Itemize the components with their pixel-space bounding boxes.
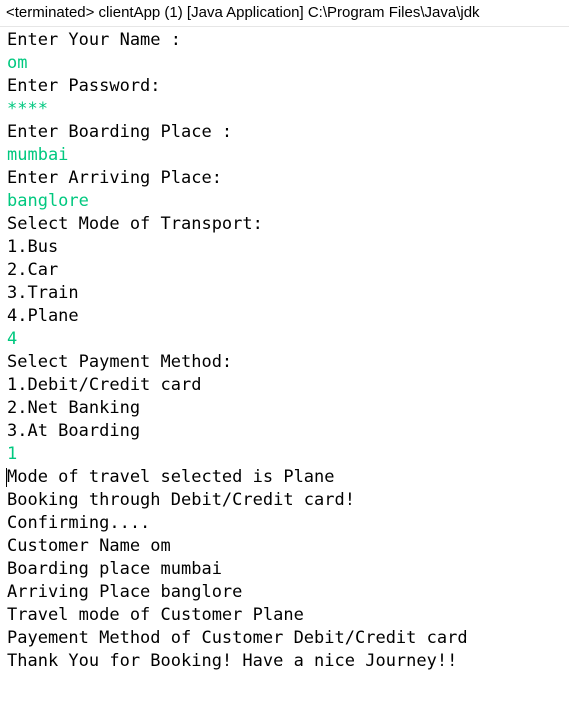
console-output-line: 2.Net Banking bbox=[7, 398, 141, 418]
console-output-line: Boarding place mumbai bbox=[7, 559, 222, 579]
console-output-line: Thank You for Booking! Have a nice Journ… bbox=[7, 651, 458, 671]
console-output-line: Customer Name om bbox=[7, 536, 171, 556]
console-output-line: Enter Boarding Place : bbox=[7, 122, 233, 142]
console-output[interactable]: Enter Your Name : om Enter Password: **** En… bbox=[6, 29, 569, 673]
console-view[interactable]: <terminated> clientApp (1) [Java Applica… bbox=[0, 0, 569, 707]
text-cursor bbox=[6, 468, 7, 487]
console-output-line: Arriving Place banglore bbox=[7, 582, 243, 602]
console-user-input-line: banglore bbox=[7, 191, 89, 211]
console-user-input-line: 1 bbox=[7, 444, 18, 464]
console-user-input-line: 4 bbox=[7, 329, 18, 349]
console-output-line: 3.At Boarding bbox=[7, 421, 141, 441]
console-user-input-line: **** bbox=[7, 99, 48, 119]
console-output-line: Select Mode of Transport: bbox=[7, 214, 263, 234]
console-output-line: Enter Your Name : bbox=[7, 30, 181, 50]
console-output-line: Mode of travel selected is Plane bbox=[6, 467, 335, 487]
console-output-line: 1.Bus bbox=[7, 237, 59, 257]
console-output-line: 4.Plane bbox=[7, 306, 79, 326]
console-output-line: Confirming.... bbox=[7, 513, 151, 533]
console-output-line: Payement Method of Customer Debit/Credit… bbox=[7, 628, 468, 648]
console-output-line: Enter Password: bbox=[7, 76, 161, 96]
console-user-input-line: om bbox=[7, 53, 28, 73]
console-output-line: Booking through Debit/Credit card! bbox=[7, 490, 355, 510]
console-output-line: Enter Arriving Place: bbox=[7, 168, 222, 188]
console-output-line: Select Payment Method: bbox=[7, 352, 233, 372]
console-output-line: 2.Car bbox=[7, 260, 59, 280]
console-status-label: <terminated> clientApp (1) [Java Applica… bbox=[0, 0, 569, 27]
console-output-line: Travel mode of Customer Plane bbox=[7, 605, 304, 625]
console-user-input-line: mumbai bbox=[7, 145, 69, 165]
console-output-line: 1.Debit/Credit card bbox=[7, 375, 202, 395]
console-output-line: 3.Train bbox=[7, 283, 79, 303]
